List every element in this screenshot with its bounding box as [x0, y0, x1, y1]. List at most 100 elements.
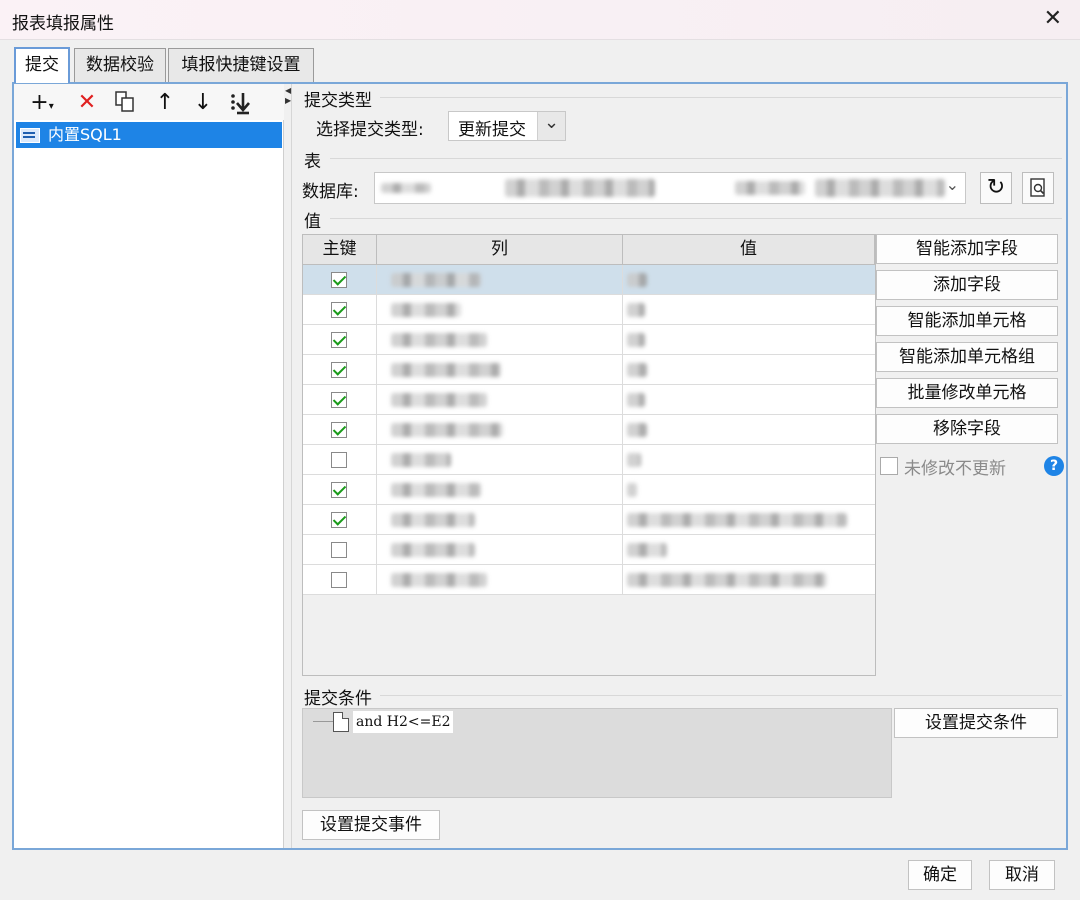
column-cell[interactable] — [377, 565, 623, 595]
checkbox[interactable] — [880, 457, 898, 475]
value-cell[interactable] — [623, 325, 875, 355]
key-cell[interactable] — [303, 505, 377, 535]
smart-add-field-button[interactable]: 智能添加字段 — [876, 234, 1058, 264]
expand-right-icon[interactable]: ▶ — [285, 96, 291, 105]
preview-icon[interactable] — [1022, 172, 1054, 204]
submit-type-value: 更新提交 — [458, 120, 526, 140]
column-header-column[interactable]: 列 — [377, 235, 623, 265]
table-row[interactable] — [303, 475, 875, 505]
table-row[interactable] — [303, 505, 875, 535]
redacted-text — [627, 303, 645, 317]
primary-key-checkbox[interactable] — [331, 302, 347, 318]
chevron-down-icon[interactable] — [537, 112, 565, 140]
table-row[interactable] — [303, 295, 875, 325]
key-cell[interactable] — [303, 415, 377, 445]
redacted-text — [391, 513, 475, 527]
close-icon[interactable]: ✕ — [1044, 6, 1062, 31]
column-cell[interactable] — [377, 385, 623, 415]
submit-type-select[interactable]: 更新提交 — [448, 111, 566, 141]
value-cell[interactable] — [623, 355, 875, 385]
key-cell[interactable] — [303, 325, 377, 355]
table-row[interactable] — [303, 445, 875, 475]
primary-key-checkbox[interactable] — [331, 452, 347, 468]
column-cell[interactable] — [377, 475, 623, 505]
value-cell[interactable] — [623, 475, 875, 505]
value-cell[interactable] — [623, 265, 875, 295]
values-table[interactable]: 主键 列 值 — [302, 234, 876, 676]
tab-submit[interactable]: 提交 — [14, 47, 70, 83]
table-row[interactable] — [303, 535, 875, 565]
divider — [330, 218, 1062, 219]
remove-field-button[interactable]: 移除字段 — [876, 414, 1058, 444]
column-cell[interactable] — [377, 505, 623, 535]
column-cell[interactable] — [377, 325, 623, 355]
primary-key-checkbox[interactable] — [331, 482, 347, 498]
primary-key-checkbox[interactable] — [331, 542, 347, 558]
add-field-button[interactable]: 添加字段 — [876, 270, 1058, 300]
tab-shortcut-settings[interactable]: 填报快捷键设置 — [168, 48, 314, 82]
tree-item-sql1[interactable]: 内置SQL1 — [16, 122, 282, 148]
key-cell[interactable] — [303, 475, 377, 505]
column-cell[interactable] — [377, 265, 623, 295]
delete-icon[interactable]: ✕ — [74, 90, 100, 116]
primary-key-checkbox[interactable] — [331, 362, 347, 378]
chevron-down-icon[interactable]: ⌄ — [946, 175, 959, 194]
batch-edit-cell-button[interactable]: 批量修改单元格 — [876, 378, 1058, 408]
table-row[interactable] — [303, 415, 875, 445]
value-cell[interactable] — [623, 415, 875, 445]
column-cell[interactable] — [377, 295, 623, 325]
primary-key-checkbox[interactable] — [331, 572, 347, 588]
add-icon[interactable]: +▾ — [24, 90, 60, 116]
value-cell[interactable] — [623, 505, 875, 535]
table-row[interactable] — [303, 565, 875, 595]
value-cell[interactable] — [623, 535, 875, 565]
move-up-icon[interactable]: ↑ — [152, 90, 178, 116]
key-cell[interactable] — [303, 445, 377, 475]
help-icon[interactable]: ? — [1044, 456, 1064, 476]
value-cell[interactable] — [623, 565, 875, 595]
redacted-text — [627, 363, 647, 377]
set-submit-event-button[interactable]: 设置提交事件 — [302, 810, 440, 840]
value-cell[interactable] — [623, 445, 875, 475]
key-cell[interactable] — [303, 295, 377, 325]
set-condition-button[interactable]: 设置提交条件 — [894, 708, 1058, 738]
primary-key-checkbox[interactable] — [331, 392, 347, 408]
move-bottom-icon[interactable] — [228, 90, 254, 116]
value-cell[interactable] — [623, 385, 875, 415]
primary-key-checkbox[interactable] — [331, 422, 347, 438]
column-cell[interactable] — [377, 355, 623, 385]
table-row[interactable] — [303, 385, 875, 415]
column-header-value[interactable]: 值 — [623, 235, 875, 265]
smart-add-cell-button[interactable]: 智能添加单元格 — [876, 306, 1058, 336]
copy-icon[interactable] — [112, 90, 138, 116]
key-cell[interactable] — [303, 565, 377, 595]
redacted-text — [381, 183, 431, 193]
column-cell[interactable] — [377, 415, 623, 445]
database-select[interactable]: ⌄ — [374, 172, 966, 204]
key-cell[interactable] — [303, 535, 377, 565]
condition-tree[interactable]: and H2<=E2 — [302, 708, 892, 798]
primary-key-checkbox[interactable] — [331, 512, 347, 528]
column-header-key[interactable]: 主键 — [303, 235, 377, 265]
collapse-left-icon[interactable]: ◀ — [285, 86, 291, 95]
key-cell[interactable] — [303, 265, 377, 295]
primary-key-checkbox[interactable] — [331, 332, 347, 348]
smart-add-cell-group-button[interactable]: 智能添加单元格组 — [876, 342, 1058, 372]
primary-key-checkbox[interactable] — [331, 272, 347, 288]
cancel-button[interactable]: 取消 — [989, 860, 1055, 890]
ok-button[interactable]: 确定 — [908, 860, 972, 890]
splitter[interactable]: ◀ ▶ — [284, 84, 292, 848]
key-cell[interactable] — [303, 355, 377, 385]
column-cell[interactable] — [377, 535, 623, 565]
table-row[interactable] — [303, 355, 875, 385]
refresh-icon[interactable]: ↻ — [980, 172, 1012, 204]
column-cell[interactable] — [377, 445, 623, 475]
key-cell[interactable] — [303, 385, 377, 415]
redacted-text — [391, 393, 487, 407]
tab-data-validation[interactable]: 数据校验 — [74, 48, 166, 82]
condition-text[interactable]: and H2<=E2 — [353, 711, 454, 733]
value-cell[interactable] — [623, 295, 875, 325]
table-row[interactable] — [303, 265, 875, 295]
table-row[interactable] — [303, 325, 875, 355]
move-down-icon[interactable]: ↓ — [190, 90, 216, 116]
